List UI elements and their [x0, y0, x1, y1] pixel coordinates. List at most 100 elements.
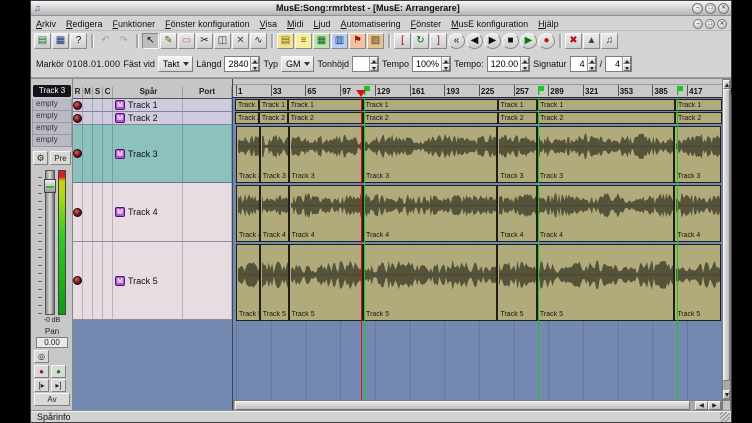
pan-value[interactable]: 0.00 — [36, 337, 68, 348]
arranger-part[interactable]: Track 4 — [497, 185, 536, 242]
drum-editor-icon[interactable]: ▦ — [313, 33, 330, 49]
horizontal-scrollbar[interactable]: ◀ ▶ — [233, 400, 722, 411]
arranger-part[interactable]: Track 4 — [260, 185, 289, 242]
spin-down-icon[interactable] — [521, 64, 529, 71]
arranger-part[interactable]: Track 2 — [288, 112, 363, 124]
stop-icon[interactable]: ■ — [502, 33, 519, 49]
arranger-part[interactable]: Track 5 — [289, 244, 364, 321]
part-list-item[interactable]: empty — [32, 111, 72, 123]
arranger-part[interactable]: Track 2 — [675, 112, 722, 124]
rewind-icon[interactable]: ◀ — [466, 33, 483, 49]
metronome-icon[interactable]: ▲ — [583, 33, 600, 49]
arranger-part[interactable]: Track 4 — [537, 185, 674, 242]
record-arm-cell[interactable] — [73, 99, 83, 111]
input-route-button[interactable]: [▸ — [34, 379, 49, 392]
arranger-part[interactable]: Track 2 — [259, 112, 288, 124]
close-button[interactable]: ✕ — [718, 3, 729, 14]
arranger-part[interactable]: Track 5 — [537, 244, 674, 321]
track-row-3[interactable]: MTrack 3 — [73, 125, 232, 183]
arranger-part[interactable]: Track 3 — [674, 126, 721, 183]
length-spin[interactable]: 2840 — [224, 56, 260, 72]
arranger-part[interactable]: Track 1 — [259, 99, 288, 111]
part-list-item[interactable]: empty — [32, 135, 72, 147]
arranger-part[interactable]: Track 3 — [537, 126, 674, 183]
record-arm-cell[interactable] — [73, 242, 83, 319]
spin-down-icon[interactable] — [442, 64, 450, 71]
arranger-part[interactable]: Track 4 — [289, 185, 364, 242]
track-name-cell[interactable]: MTrack 4 — [113, 183, 183, 241]
track-row-1[interactable]: MTrack 1 — [73, 99, 232, 112]
sync-icon[interactable]: ♫ — [601, 33, 618, 49]
spin-up-icon[interactable] — [251, 57, 259, 64]
mute-cell[interactable] — [83, 242, 93, 319]
menu-ljud[interactable]: Ljud — [309, 19, 336, 29]
fader-track[interactable] — [45, 170, 55, 315]
signature-denominator-spin[interactable]: 4 — [605, 56, 632, 72]
track-name-cell[interactable]: MTrack 1 — [113, 99, 183, 111]
arranger-part[interactable]: Track 4 — [363, 185, 497, 242]
track-name-cell[interactable]: MTrack 5 — [113, 242, 183, 319]
arranger-part[interactable]: Track 3 — [289, 126, 364, 183]
mute-cell[interactable] — [83, 183, 93, 241]
track-port-cell[interactable] — [183, 183, 232, 241]
part-list-item[interactable]: empty — [32, 99, 72, 111]
menu-arkiv[interactable]: Arkiv — [31, 19, 61, 29]
playhead-marker-icon[interactable] — [356, 90, 366, 97]
track-port-cell[interactable] — [183, 125, 232, 182]
arranger-part[interactable]: Track 5 — [497, 244, 536, 321]
track-row-2[interactable]: MTrack 2 — [73, 112, 232, 125]
arranger-part[interactable]: Track 5 — [260, 244, 289, 321]
spin-up-icon[interactable] — [442, 57, 450, 64]
track-name-cell[interactable]: MTrack 2 — [113, 112, 183, 124]
arranger-part[interactable]: Track 5 — [236, 244, 260, 321]
tempo-percent-spin[interactable]: 100% — [412, 56, 451, 72]
arranger-part[interactable]: Track 1 — [675, 99, 722, 111]
track-port-cell[interactable] — [183, 242, 232, 319]
power-button[interactable]: ◎ — [34, 350, 49, 363]
solo-cell[interactable] — [93, 99, 103, 111]
open-icon[interactable]: ▤ — [34, 33, 51, 49]
forward-icon[interactable]: ▶ — [484, 33, 501, 49]
arranger-part[interactable]: Track 1 — [537, 99, 675, 111]
menu-hjälp[interactable]: Hjälp — [533, 19, 564, 29]
track-name-cell[interactable]: MTrack 3 — [113, 125, 183, 182]
tempo-spin[interactable]: 120.00 — [487, 56, 531, 72]
maximize-button[interactable]: □ — [705, 3, 716, 14]
solo-cell[interactable] — [93, 112, 103, 124]
mute-cell[interactable] — [83, 125, 93, 182]
menu-fönster[interactable]: Fönster — [406, 19, 447, 29]
menu-funktioner[interactable]: Funktioner — [108, 19, 161, 29]
vscroll-thumb[interactable] — [723, 89, 730, 381]
spin-up-icon[interactable] — [521, 57, 529, 64]
spin-down-icon[interactable] — [588, 64, 596, 71]
timeline-ruler[interactable]: 133659712916119322525728932135338541744 — [233, 79, 722, 98]
whats-this-icon[interactable]: ? — [70, 33, 87, 49]
punch-in-icon[interactable]: [ — [394, 33, 411, 49]
minimize-button[interactable]: – — [693, 19, 703, 29]
marker-flag-icon[interactable] — [677, 86, 683, 95]
solo-cell[interactable] — [93, 183, 103, 241]
arranger-part[interactable]: Track 3 — [363, 126, 497, 183]
volume-fader[interactable] — [35, 170, 69, 315]
record-arm-cell[interactable] — [73, 125, 83, 182]
spin-down-icon[interactable] — [370, 64, 378, 71]
arranger-part[interactable]: Track 1 — [288, 99, 363, 111]
signature-numerator-spin[interactable]: 4 — [570, 56, 597, 72]
record-arm-cell[interactable] — [73, 112, 83, 124]
scissors-tool-icon[interactable]: ✂ — [196, 33, 213, 49]
mute-button[interactable]: ● — [51, 365, 66, 378]
mute-cell[interactable] — [83, 112, 93, 124]
titlebar[interactable]: ♫ MusE:Song:rmrbtest - [MusE: Arrangerar… — [31, 1, 731, 16]
list-editor-icon[interactable]: ≡ — [295, 33, 312, 49]
eraser-tool-icon[interactable]: ▭ — [178, 33, 195, 49]
pitch-spin[interactable] — [352, 56, 379, 72]
arranger-part[interactable]: Track 3 — [260, 126, 289, 183]
track-row-5[interactable]: MTrack 5 — [73, 242, 232, 320]
vertical-scrollbar[interactable] — [722, 79, 731, 400]
loop-icon[interactable]: ↻ — [412, 33, 429, 49]
master-track-icon[interactable]: ▨ — [367, 33, 384, 49]
pointer-tool-icon[interactable]: ↖ — [142, 33, 159, 49]
spin-down-icon[interactable] — [623, 64, 631, 71]
mute-tool-icon[interactable]: ✕ — [232, 33, 249, 49]
snap-combo[interactable]: Takt — [158, 56, 194, 72]
